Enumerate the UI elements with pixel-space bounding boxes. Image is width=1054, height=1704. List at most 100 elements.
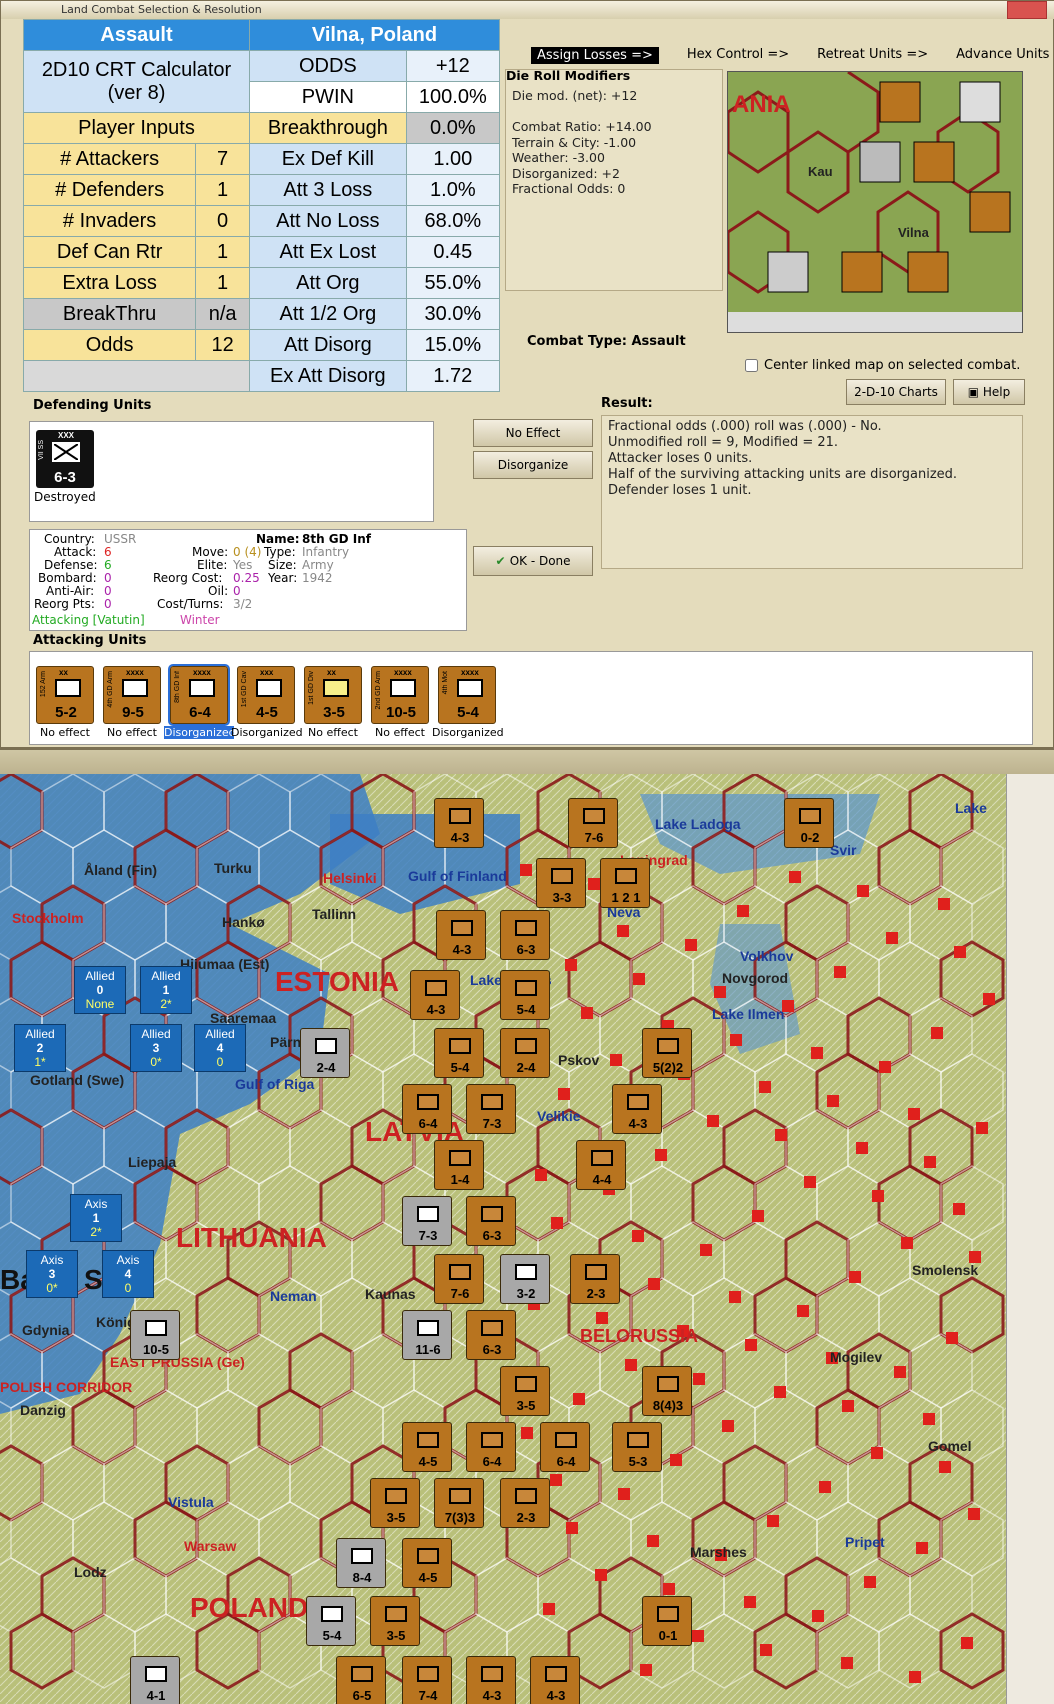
axis-box[interactable]: Axis 3 0*: [26, 1250, 78, 1298]
antiair-value: 0: [104, 584, 112, 598]
axis-box[interactable]: Axis 4 0: [102, 1250, 154, 1298]
map-counter[interactable]: 5-4: [500, 970, 550, 1020]
map-counter[interactable]: 4-4: [576, 1140, 626, 1190]
map-counter[interactable]: 7-3: [466, 1084, 516, 1134]
ok-done-button[interactable]: ✔ OK - Done: [473, 546, 593, 576]
map-counter[interactable]: 1 2 1: [600, 858, 650, 908]
counter-strength: 4-5: [418, 1454, 438, 1469]
map-counter[interactable]: 6-4: [466, 1422, 516, 1472]
window-title: Land Combat Selection & Resolution: [61, 3, 262, 16]
attacking-status: Disorganized: [164, 726, 236, 739]
map-counter[interactable]: 6-5: [336, 1656, 386, 1704]
combat-dialog: Land Combat Selection & Resolution Assau…: [0, 0, 1054, 748]
map-counter[interactable]: 4-3: [612, 1084, 662, 1134]
map-counter[interactable]: 5-3: [612, 1422, 662, 1472]
map-counter[interactable]: 7-3: [402, 1196, 452, 1246]
map-counter[interactable]: 3-5: [370, 1478, 420, 1528]
crt-result-label: Breakthrough: [249, 112, 407, 144]
attacking-counter[interactable]: xx 152 Arm 5-2: [36, 666, 94, 724]
counter-strength: 1-4: [450, 1172, 470, 1187]
map-counter[interactable]: 6-4: [402, 1084, 452, 1134]
input-value[interactable]: 0: [195, 205, 250, 237]
attack-value: 6: [104, 545, 112, 559]
input-value[interactable]: 7: [195, 143, 250, 175]
map-counter[interactable]: 5-4: [306, 1596, 356, 1646]
map-counter[interactable]: 6-3: [500, 910, 550, 960]
map-counter[interactable]: 7-6: [434, 1254, 484, 1304]
map-counter[interactable]: 7(3)3: [434, 1478, 484, 1528]
window-titlebar: Land Combat Selection & Resolution: [1, 1, 1054, 19]
map-label: Åland (Fin): [84, 862, 158, 878]
map-counter[interactable]: 4-3: [434, 798, 484, 848]
combat-steps: Assign Losses => Hex Control => Retreat …: [531, 47, 1049, 64]
input-value[interactable]: 12: [195, 329, 250, 361]
map-counter[interactable]: 10-5: [130, 1310, 180, 1360]
input-value[interactable]: 1: [195, 236, 250, 268]
help-button[interactable]: ▣ Help: [953, 379, 1025, 405]
map-counter[interactable]: 7-6: [568, 798, 618, 848]
attacking-counter[interactable]: xx 1st GD Div 3-5: [304, 666, 362, 724]
crt-result-value: 68.0%: [405, 205, 501, 237]
step-advance-units[interactable]: Advance Units: [956, 47, 1049, 64]
attacking-counter[interactable]: xxxx 2nd GD Arm 10-5: [371, 666, 429, 724]
close-button[interactable]: [1007, 1, 1047, 19]
map-counter[interactable]: 4-5: [402, 1538, 452, 1588]
map-counter[interactable]: 2-3: [570, 1254, 620, 1304]
map-counter[interactable]: 4-5: [402, 1422, 452, 1472]
map-counter[interactable]: 11-6: [402, 1310, 452, 1360]
attacking-counter[interactable]: xxxx 4th GD Arm 9-5: [103, 666, 161, 724]
no-effect-button[interactable]: No Effect: [473, 419, 593, 447]
map-counter[interactable]: 0-1: [642, 1596, 692, 1646]
result-line: Attacker loses 0 units.: [608, 451, 753, 466]
map-counter[interactable]: 5(2)2: [642, 1028, 692, 1078]
map-counter[interactable]: 6-3: [466, 1196, 516, 1246]
name-value: 8th GD Inf: [302, 532, 372, 546]
center-linked-input[interactable]: [745, 359, 758, 372]
disorganize-button[interactable]: Disorganize: [473, 451, 593, 479]
center-linked-checkbox[interactable]: Center linked map on selected combat.: [745, 358, 1020, 373]
main-map[interactable]: Lake Ladoga Lake Åland (Fin) Turku Helsinki G…: [0, 774, 1006, 1704]
map-counter[interactable]: 2-4: [500, 1028, 550, 1078]
step-retreat-units[interactable]: Retreat Units =>: [817, 47, 928, 64]
attacking-counter-selected[interactable]: xxxx 8th GD Inf 6-4: [168, 664, 230, 726]
input-value[interactable]: 1: [195, 267, 250, 299]
allied-box[interactable]: Allied 0 None: [74, 966, 126, 1014]
axis-box[interactable]: Axis 1 2*: [70, 1194, 122, 1242]
map-counter[interactable]: 6-4: [540, 1422, 590, 1472]
input-value[interactable]: 1: [195, 174, 250, 206]
map-counter[interactable]: 6-3: [466, 1310, 516, 1360]
allied-box[interactable]: Allied 1 2*: [140, 966, 192, 1014]
map-counter[interactable]: 1-4: [434, 1140, 484, 1190]
map-counter[interactable]: 3-5: [500, 1366, 550, 1416]
map-counter[interactable]: 3-2: [500, 1254, 550, 1304]
map-label: Kaunas: [365, 1286, 416, 1302]
step-assign-losses[interactable]: Assign Losses =>: [531, 47, 659, 64]
allied-box[interactable]: Allied 3 0*: [130, 1024, 182, 1072]
counter-strength: 6-3: [482, 1228, 502, 1243]
result-line: Defender loses 1 unit.: [608, 483, 752, 498]
svg-text:ANIA: ANIA: [732, 91, 791, 118]
map-counter[interactable]: 8-4: [336, 1538, 386, 1588]
mini-map[interactable]: ANIA Kau Vilna: [727, 71, 1023, 333]
map-counter[interactable]: 3-3: [536, 858, 586, 908]
allied-box[interactable]: Allied 4 0: [194, 1024, 246, 1072]
map-scrollbar[interactable]: [1006, 774, 1054, 1704]
map-counter[interactable]: 4-3: [466, 1656, 516, 1704]
map-counter[interactable]: 4-3: [530, 1656, 580, 1704]
map-counter[interactable]: 2-4: [300, 1028, 350, 1078]
charts-button[interactable]: 2-D-10 Charts: [846, 379, 946, 405]
attacking-counter[interactable]: xxxx 4th Mot 5-4: [438, 666, 496, 724]
map-counter[interactable]: 0-2: [784, 798, 834, 848]
map-counter[interactable]: 3-5: [370, 1596, 420, 1646]
attacking-counter[interactable]: xxx 1st GD Cav 4-5: [237, 666, 295, 724]
map-counter[interactable]: 2-3: [500, 1478, 550, 1528]
defending-counter[interactable]: XXX VII SS 6-3: [36, 430, 94, 488]
step-hex-control[interactable]: Hex Control =>: [687, 47, 789, 64]
map-counter[interactable]: 4-3: [436, 910, 486, 960]
allied-box[interactable]: Allied 2 1*: [14, 1024, 66, 1072]
map-counter[interactable]: 8(4)3: [642, 1366, 692, 1416]
map-counter[interactable]: 5-4: [434, 1028, 484, 1078]
map-counter[interactable]: 4-1: [130, 1656, 180, 1704]
map-counter[interactable]: 4-3: [410, 970, 460, 1020]
map-counter[interactable]: 7-4: [402, 1656, 452, 1704]
